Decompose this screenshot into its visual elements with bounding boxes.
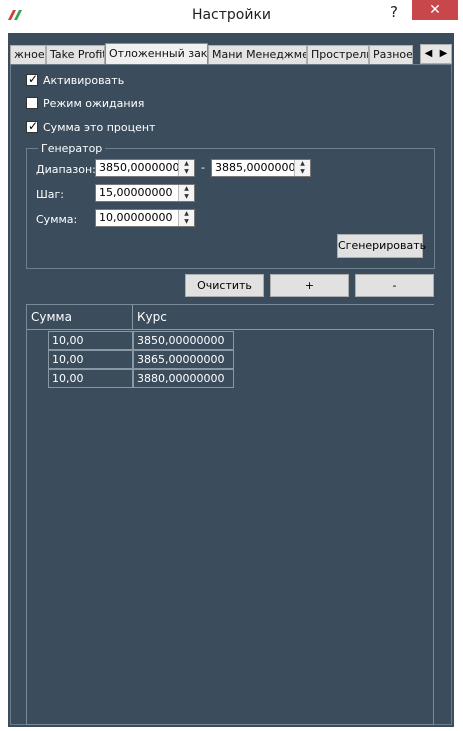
settings-content: жное Take Profit Отложенный закуп Мани М… — [8, 33, 454, 727]
range-from-spinbox[interactable]: 3850,00000000 ▲ ▼ — [95, 159, 195, 177]
table-cell-rate[interactable]: 3880,00000000 — [133, 369, 234, 388]
sum-is-percent-label: Сумма это процент — [43, 121, 156, 134]
title-bar: Настройки ? ✕ — [0, 0, 463, 33]
help-button[interactable]: ? — [384, 2, 404, 22]
tab-money-management[interactable]: Мани Менеджмент — [208, 45, 307, 64]
table-cell-rate[interactable]: 3850,00000000 — [133, 331, 234, 350]
range-to-spinbox[interactable]: 3885,00000000 ▲ ▼ — [211, 159, 311, 177]
range-from-spin-buttons: ▲ ▼ — [178, 160, 194, 176]
step-spin-buttons: ▲ ▼ — [178, 185, 194, 201]
tab-misc[interactable]: Разное — [369, 45, 413, 64]
activate-checkbox[interactable]: ✓ — [26, 72, 39, 86]
waiting-mode-checkbox[interactable] — [26, 97, 38, 109]
activate-label: Активировать — [43, 74, 125, 87]
orders-table[interactable]: Сумма Курс 10,00 3850,00000000 10,00 386… — [26, 304, 434, 725]
tab-take-profit[interactable]: Take Profit — [46, 45, 105, 64]
spin-down-icon[interactable]: ▼ — [179, 193, 194, 201]
column-header-rate[interactable]: Курс — [133, 305, 434, 330]
clear-button[interactable]: Очистить — [185, 274, 264, 297]
checkmark-icon: ✓ — [28, 72, 39, 86]
generator-title: Генератор — [38, 142, 106, 155]
spin-up-icon[interactable]: ▲ — [295, 160, 310, 168]
step-spinbox[interactable]: 15,00000000 ▲ ▼ — [95, 184, 195, 202]
close-button[interactable]: ✕ — [412, 0, 458, 20]
tab-hidden-partial[interactable]: жное — [10, 45, 46, 64]
spin-up-icon[interactable]: ▲ — [179, 185, 194, 193]
remove-button[interactable]: - — [355, 274, 434, 297]
checkmark-icon: ✓ — [28, 119, 39, 133]
tab-deferred-purchase[interactable]: Отложенный закуп — [105, 43, 208, 65]
step-label: Шаг: — [36, 188, 64, 201]
spin-up-icon[interactable]: ▲ — [179, 160, 194, 168]
sum-value: 10,00000000 — [99, 211, 173, 224]
spin-up-icon[interactable]: ▲ — [179, 210, 194, 218]
tab-scroll-buttons: ◀ ▶ — [420, 44, 452, 64]
sum-spinbox[interactable]: 10,00000000 ▲ ▼ — [95, 209, 195, 227]
column-header-sum[interactable]: Сумма — [27, 305, 133, 330]
table-cell-sum[interactable]: 10,00 — [48, 369, 133, 388]
tab-shots[interactable]: Прострелы — [307, 45, 369, 64]
range-from-value: 3850,00000000 — [99, 161, 187, 174]
tab-scroll-left-icon[interactable]: ◀ — [421, 45, 436, 63]
settings-window: Настройки ? ✕ жное Take Profit Отложенны… — [0, 0, 463, 731]
spin-down-icon[interactable]: ▼ — [179, 218, 194, 226]
sum-spin-buttons: ▲ ▼ — [178, 210, 194, 226]
sum-is-percent-checkbox[interactable]: ✓ — [26, 119, 39, 133]
range-separator: - — [201, 161, 205, 174]
generate-button[interactable]: Сгенерировать — [337, 234, 426, 258]
spin-down-icon[interactable]: ▼ — [179, 168, 194, 176]
range-label: Диапазон: — [36, 163, 96, 176]
table-cell-rate[interactable]: 3865,00000000 — [133, 350, 234, 369]
step-value: 15,00000000 — [99, 186, 173, 199]
spin-down-icon[interactable]: ▼ — [295, 168, 310, 176]
range-to-spin-buttons: ▲ ▼ — [294, 160, 310, 176]
range-to-value: 3885,00000000 — [215, 161, 303, 174]
add-button[interactable]: + — [270, 274, 349, 297]
tab-bar: жное Take Profit Отложенный закуп Мани М… — [10, 43, 452, 65]
table-cell-sum[interactable]: 10,00 — [48, 331, 133, 350]
table-cell-sum[interactable]: 10,00 — [48, 350, 133, 369]
sum-label: Сумма: — [36, 213, 78, 226]
waiting-mode-label: Режим ожидания — [43, 97, 145, 110]
tab-scroll-right-icon[interactable]: ▶ — [436, 45, 451, 63]
